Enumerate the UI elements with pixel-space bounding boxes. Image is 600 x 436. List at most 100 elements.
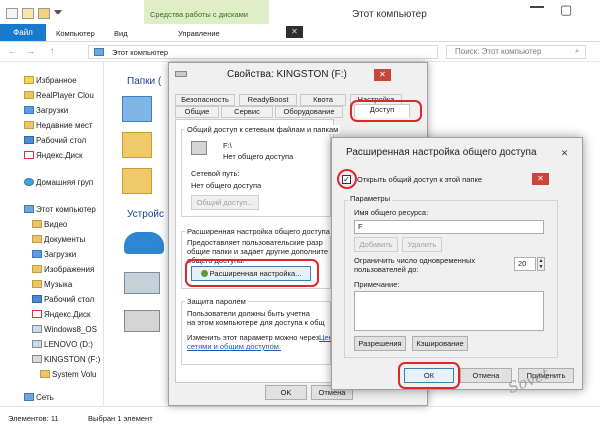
minimize-icon[interactable] (530, 6, 544, 8)
computer-icon (94, 48, 104, 56)
nav-item[interactable]: Загрузки (36, 106, 100, 115)
devices-section-header: Устройс (127, 209, 164, 220)
search-input[interactable]: Поиск: Этот компьютер (446, 45, 586, 59)
share-status: Нет общего доступа (223, 152, 294, 161)
advanced-cancel-button[interactable]: Отмена (460, 368, 512, 383)
documents-folder-icon[interactable] (122, 132, 152, 158)
password-protection-title: Защита паролем (185, 297, 248, 306)
nav-item-network[interactable]: Сеть (36, 393, 100, 402)
tab-quota[interactable]: Квота (300, 94, 346, 106)
share-name-label: Имя общего ресурса: (354, 208, 429, 217)
back-arrow-icon[interactable]: ← (8, 46, 17, 56)
password-desc-line: на этом компьютере для доступа к общ (187, 318, 325, 327)
star-icon (24, 76, 34, 84)
ribbon-close-icon[interactable]: ✕ (286, 26, 303, 38)
restore-icon[interactable]: ▢ (560, 2, 572, 18)
permissions-button[interactable]: Разрешения (354, 336, 406, 351)
nav-item[interactable]: LENOVO (D:) (44, 340, 108, 349)
music-folder-icon (32, 280, 42, 288)
password-change-text: Изменить этот параметр можно через (187, 333, 320, 342)
nav-item[interactable]: Загрузки (44, 250, 108, 259)
tab-hardware[interactable]: Оборудование (275, 106, 343, 118)
tab-security[interactable]: Безопасность (175, 94, 235, 106)
tab-readyboost[interactable]: ReadyBoost (239, 94, 297, 106)
usb-drive-icon (191, 141, 207, 155)
navigation-pane: Избранное RealPlayer Clou Загрузки Недав… (0, 62, 104, 406)
tab-general[interactable]: Общие (175, 106, 219, 118)
share-button[interactable]: Общий доступ... (191, 195, 259, 210)
explorer-window-title: Этот компьютер (352, 9, 427, 20)
nav-item[interactable]: Видео (44, 220, 108, 229)
network-path-value: Нет общего доступа (191, 181, 262, 190)
advanced-desc-line: Предоставляет пользовательские разр (187, 238, 323, 247)
delete-share-button[interactable]: Удалить (402, 237, 442, 252)
share-name-field[interactable]: F (354, 220, 544, 234)
nav-item[interactable]: Изображения (44, 265, 108, 274)
nav-item-kingston[interactable]: KINGSTON (F:) (44, 355, 108, 364)
nav-item[interactable]: Рабочий стол (36, 136, 100, 145)
properties-ok-button[interactable]: OK (265, 385, 307, 400)
properties-close-button[interactable]: ✕ (374, 69, 391, 81)
nav-item[interactable]: Рабочий стол (44, 295, 108, 304)
tab-tools[interactable]: Сервис (221, 106, 273, 118)
status-selected: Выбран 1 элемент (88, 414, 153, 423)
forward-arrow-icon[interactable]: → (26, 46, 35, 56)
properties-quick-icon[interactable] (22, 8, 34, 19)
usb-drive-icon[interactable] (124, 310, 160, 332)
advanced-sharing-dialog: Расширенная настройка общего доступа ✕ ✓… (331, 137, 583, 390)
nav-item[interactable]: RealPlayer Clou (36, 91, 100, 100)
pictures-folder-icon (32, 265, 42, 273)
advanced-dialog-close-icon[interactable]: ✕ (556, 147, 573, 159)
yandex-disk-icon (24, 151, 34, 159)
nav-item[interactable]: Windows8_OS (44, 325, 108, 334)
hard-drive-icon[interactable] (124, 272, 160, 294)
limit-users-value[interactable]: 20 (514, 257, 536, 271)
drive-icon (32, 340, 42, 348)
folders-section-header: Папки ( (127, 76, 162, 87)
properties-dialog-title: Свойства: KINGSTON (F:) (227, 69, 347, 80)
advanced-desc-line: общие папки и задает другие дополните (187, 247, 329, 256)
pictures-folder-icon[interactable] (122, 168, 152, 194)
note-textarea[interactable] (354, 291, 544, 331)
network-path-label: Сетевой путь: (191, 169, 240, 178)
tab-manage[interactable]: Управление (178, 29, 220, 38)
highlight-sharing-tab (350, 100, 422, 122)
nav-item[interactable]: Документы (44, 235, 108, 244)
video-folder-icon (32, 220, 42, 228)
yandex-disk-icon (32, 310, 42, 318)
downloads-icon (32, 250, 42, 258)
nav-item-homegroup[interactable]: Домашняя груп (36, 178, 100, 187)
homegroup-icon (24, 178, 34, 186)
nav-item-favorites[interactable]: Избранное (36, 76, 100, 85)
computer-icon (24, 205, 34, 213)
nav-item[interactable]: System Volu (52, 370, 102, 379)
status-items-count: Элементов: 11 (8, 414, 59, 423)
nav-item[interactable]: Яндекс.Диск (36, 151, 100, 160)
cloud-drive-icon[interactable] (124, 232, 164, 254)
nav-item-this-pc[interactable]: Этот компьютер (36, 205, 100, 214)
caching-button[interactable]: Кэширование (412, 336, 468, 351)
nav-item[interactable]: Недавние мест (36, 121, 100, 130)
add-share-button[interactable]: Добавить (354, 237, 398, 252)
network-sharing-center-link[interactable]: сетями и общим доступом. (187, 342, 281, 351)
downloads-icon (24, 106, 34, 114)
tab-computer[interactable]: Компьютер (56, 29, 95, 38)
tab-file[interactable]: Файл (0, 24, 46, 41)
tab-view[interactable]: Вид (114, 29, 128, 38)
highlight-advanced-button (185, 259, 319, 287)
usb-drive-icon (32, 355, 42, 363)
advanced-sharing-group-title: Расширенная настройка общего доступа (185, 227, 332, 236)
up-arrow-icon[interactable]: ↑ (50, 46, 54, 55)
desktop-icon (32, 295, 42, 303)
nav-item[interactable]: Музыка (44, 280, 108, 289)
nav-item[interactable]: Яндекс.Диск (44, 310, 108, 319)
qat-dropdown-icon[interactable] (54, 10, 62, 18)
advanced-close-button[interactable]: ✕ (532, 173, 549, 185)
highlight-share-checkbox (337, 169, 357, 189)
new-folder-quick-icon[interactable] (38, 8, 50, 19)
search-icon[interactable]: ⌕ (575, 46, 579, 56)
limit-users-spinner[interactable]: ▲ ▼ (537, 257, 545, 271)
share-folder-checkbox-label[interactable]: Открыть общий доступ к этой папке (357, 175, 482, 184)
video-folder-icon[interactable] (122, 96, 152, 122)
drive-icon (32, 325, 42, 333)
